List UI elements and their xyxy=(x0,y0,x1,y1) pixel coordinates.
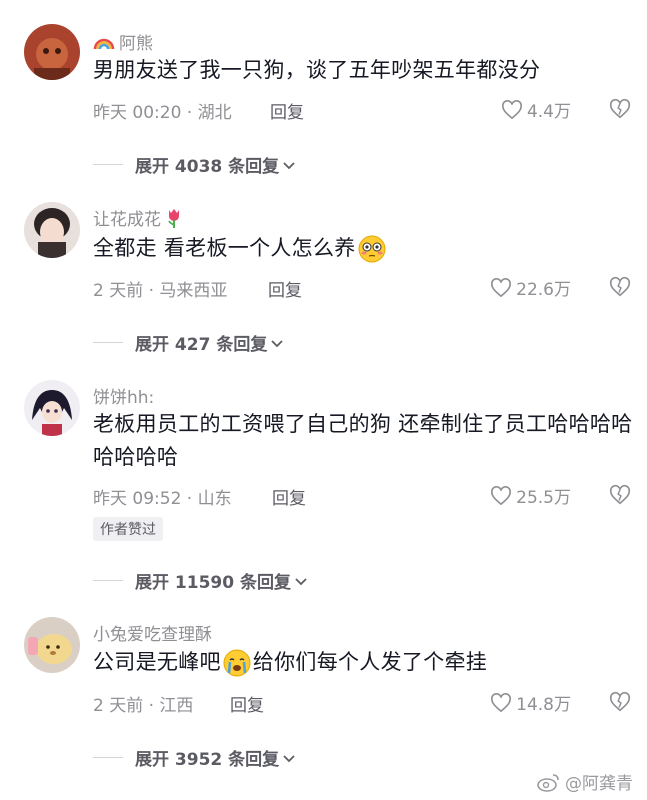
broken-heart-icon[interactable] xyxy=(609,691,631,713)
heart-icon xyxy=(502,99,522,119)
expand-label: 展开 11590 条回复 xyxy=(135,573,291,593)
comment-meta: 昨天 09:52 · 山东 xyxy=(93,489,232,509)
divider-line xyxy=(93,757,123,758)
like-count: 14.8万 xyxy=(516,695,571,715)
rainbow-icon xyxy=(93,38,115,49)
username-label: 让花成花 xyxy=(93,210,161,230)
comment-text-label: 全都走 看老板一个人怎么养 xyxy=(93,236,356,260)
username[interactable]: 让花成花 xyxy=(93,205,182,230)
like-count: 4.4万 xyxy=(526,102,571,122)
comment-text: 男朋友送了我一只狗，谈了五年吵架五年都没分 xyxy=(93,58,541,82)
expand-label: 展开 4038 条回复 xyxy=(135,157,280,177)
tulip-icon xyxy=(168,208,179,228)
username[interactable]: 小兔爱吃查理酥 xyxy=(93,620,212,645)
comment-meta: 2 天前 · 江西 xyxy=(93,696,194,716)
avatar-image xyxy=(24,380,80,436)
like-button[interactable]: 4.4万 xyxy=(501,97,571,122)
divider-line xyxy=(93,580,123,581)
comment-meta: 2 天前 · 马来西亚 xyxy=(93,281,228,301)
watermark-text: @阿龚青 xyxy=(565,774,633,794)
avatar[interactable] xyxy=(24,617,80,673)
username-label: 阿熊 xyxy=(119,34,153,54)
comment-text: 公司是无峰吧 给你们每个人发了个牵挂 xyxy=(93,646,633,679)
avatar-image xyxy=(24,202,80,258)
avatar[interactable] xyxy=(24,24,80,80)
expand-replies-button[interactable]: 展开 3952 条回复 xyxy=(93,745,296,770)
username[interactable]: 饼饼hh: xyxy=(93,383,154,408)
like-button[interactable]: 22.6万 xyxy=(490,275,571,300)
avatar-image xyxy=(24,24,80,80)
expand-replies-button[interactable]: 展开 4038 条回复 xyxy=(93,152,296,177)
avatar[interactable] xyxy=(24,202,80,258)
like-button[interactable]: 25.5万 xyxy=(490,483,571,508)
heart-icon xyxy=(491,485,512,505)
weibo-watermark: @阿龚青 xyxy=(537,769,633,794)
heart-icon xyxy=(491,277,512,297)
comment-meta: 昨天 00:20 · 湖北 xyxy=(93,103,232,123)
comment-text-part: 给你们每个人发了个牵挂 xyxy=(252,650,488,674)
broken-heart-icon[interactable] xyxy=(609,276,631,298)
comment-text: 全都走 看老板一个人怎么养 xyxy=(93,232,633,265)
reply-button[interactable]: 回复 xyxy=(268,276,302,301)
comment-text-part: 公司是无峰吧 xyxy=(93,650,221,674)
author-liked-badge: 作者赞过 xyxy=(93,517,163,541)
avatar-image xyxy=(24,617,80,673)
like-count: 22.6万 xyxy=(516,280,571,300)
chevron-down-icon xyxy=(271,339,283,347)
username[interactable]: 阿熊 xyxy=(93,29,153,54)
divider-line xyxy=(93,342,123,343)
like-count: 25.5万 xyxy=(516,488,571,508)
broken-heart-icon[interactable] xyxy=(609,484,631,506)
chevron-down-icon xyxy=(295,577,307,585)
reply-button[interactable]: 回复 xyxy=(230,691,264,716)
avatar[interactable] xyxy=(24,380,80,436)
broken-heart-icon[interactable] xyxy=(609,98,631,120)
flushed-face-emoji-icon xyxy=(358,235,386,262)
expand-replies-button[interactable]: 展开 11590 条回复 xyxy=(93,568,308,593)
chevron-down-icon xyxy=(283,161,295,169)
reply-button[interactable]: 回复 xyxy=(272,484,306,509)
expand-label: 展开 427 条回复 xyxy=(135,335,268,355)
chevron-down-icon xyxy=(283,754,295,762)
crying-face-emoji-icon xyxy=(223,649,251,676)
comment-text: 老板用员工的工资喂了自己的狗 还牵制住了员工哈哈哈哈哈哈哈哈 xyxy=(93,412,633,469)
expand-label: 展开 3952 条回复 xyxy=(135,750,280,770)
divider-line xyxy=(93,164,123,165)
reply-button[interactable]: 回复 xyxy=(270,98,304,123)
like-button[interactable]: 14.8万 xyxy=(490,690,571,715)
heart-icon xyxy=(491,692,512,712)
expand-replies-button[interactable]: 展开 427 条回复 xyxy=(93,330,284,355)
weibo-logo-icon xyxy=(537,773,559,792)
